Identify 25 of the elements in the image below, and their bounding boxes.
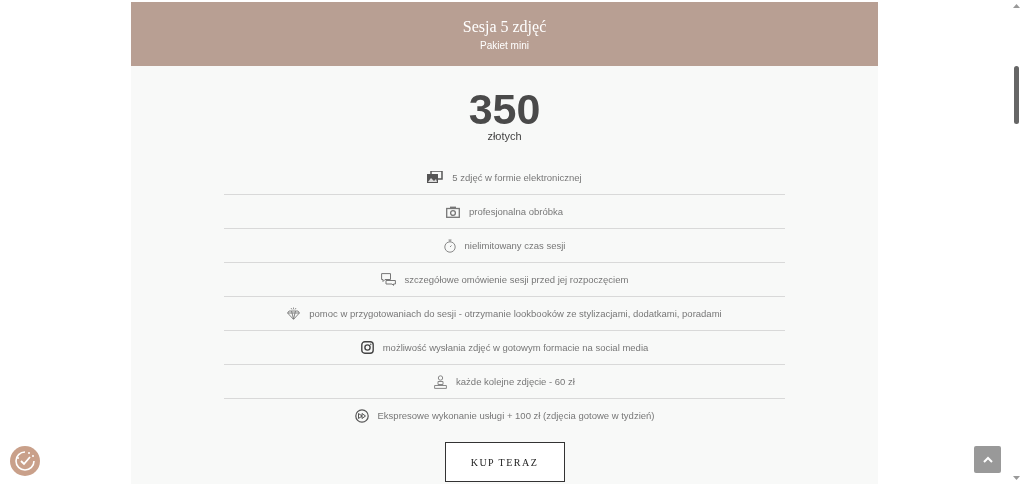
feature-text: Ekspresowe wykonanie usługi + 100 zł (zdjęcia gotowe w tydzień)	[377, 410, 655, 421]
feature-text: profesjonalna obróbka	[469, 206, 563, 217]
package-subtitle: Pakiet mini	[480, 39, 529, 51]
package-title: Sesja 5 zdjęć	[462, 17, 547, 36]
stopwatch-icon	[443, 238, 456, 253]
cookie-consent-button[interactable]	[10, 446, 40, 476]
feature-text: pomoc w przygotowaniach do sesji - otrzymanie lookbooków ze stylizacjami, dodatkami, poradami	[309, 308, 722, 319]
feature-text: możliwość wysłania zdjęć w gotowym formacie na social media	[382, 342, 649, 353]
feature-text: każde kolejne zdjęcie - 60 zł	[456, 376, 575, 387]
person-icon	[434, 374, 448, 389]
price-unit: złotych	[487, 130, 522, 142]
buy-now-button[interactable]: KUP TERAZ	[444, 442, 565, 482]
diamond-icon	[287, 307, 301, 320]
feature-text: szczegółowe omówienie sesji przed jej rozpoczęciem	[404, 274, 629, 285]
images-icon	[427, 171, 444, 184]
chat-icon	[380, 273, 396, 286]
scroll-to-top-button[interactable]	[974, 446, 1001, 473]
feature-text: 5 zdjęć w formie elektronicznej	[452, 172, 582, 183]
camera-icon	[446, 205, 460, 218]
feature-text: nielimitowany czas sesji	[464, 240, 566, 251]
instagram-icon	[360, 341, 374, 354]
fast-forward-icon	[354, 408, 369, 423]
price-amount: 350	[468, 86, 541, 132]
chevron-up-icon	[982, 456, 993, 463]
cookie-check-icon	[14, 450, 36, 472]
